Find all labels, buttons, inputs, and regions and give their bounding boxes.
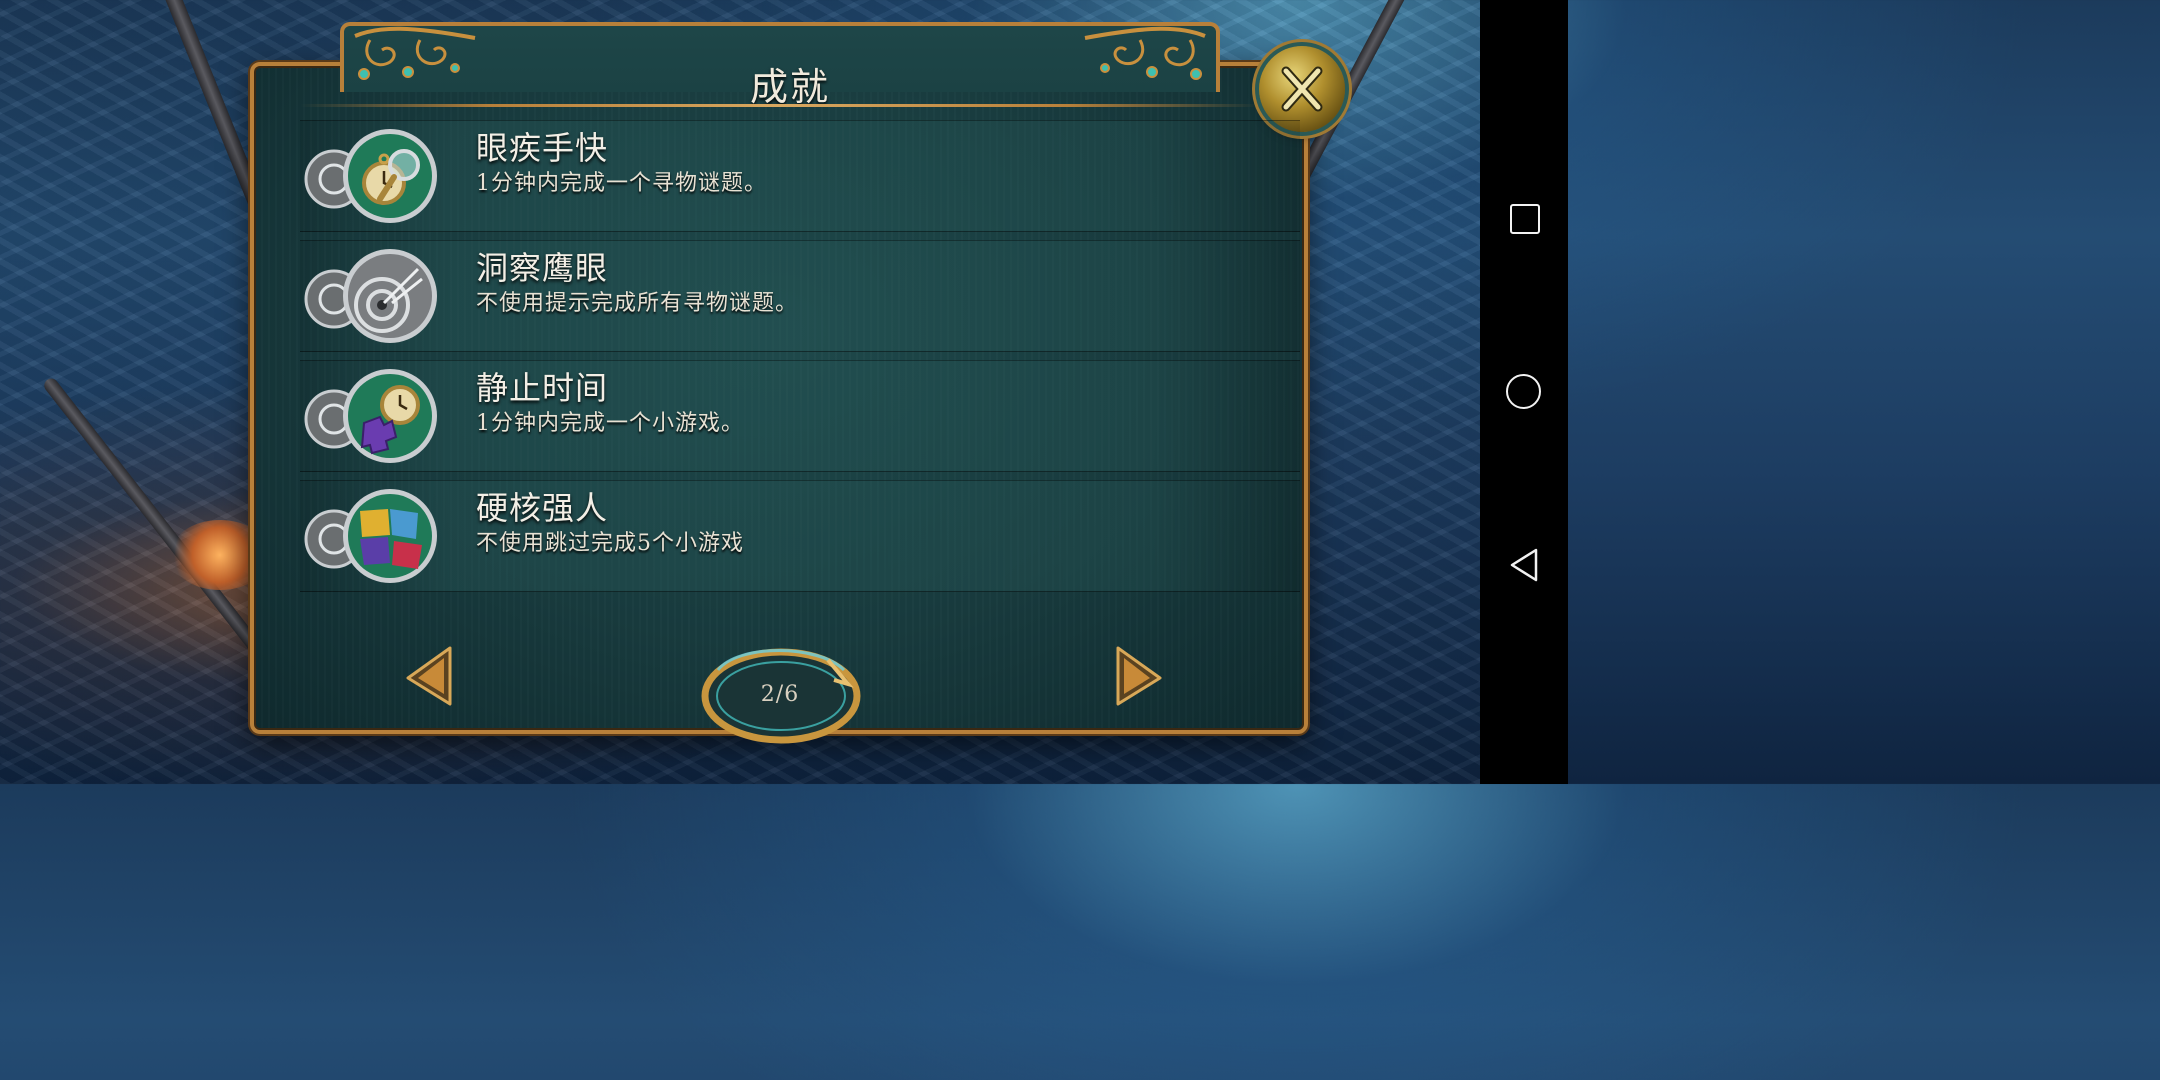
pocket-watch-magnifier-icon [304, 129, 437, 223]
back-button[interactable] [1506, 547, 1542, 583]
achievement-row: 洞察鹰眼 不使用提示完成所有寻物谜题。 [300, 240, 1300, 352]
achievement-title: 静止时间 [476, 369, 609, 407]
achievement-description: 不使用提示完成所有寻物谜题。 [476, 291, 799, 316]
close-icon [1281, 66, 1323, 112]
puzzle-pieces-icon [304, 489, 437, 583]
achievement-row: 静止时间 1分钟内完成一个小游戏。 [300, 360, 1300, 472]
pocket-watch-puzzle-icon [304, 369, 437, 463]
home-button[interactable] [1506, 374, 1542, 410]
title-divider [300, 104, 1260, 107]
dialog-title: 成就 [749, 65, 830, 109]
page-indicator: 2/6 [760, 682, 800, 707]
achievement-title: 硬核强人 [476, 489, 609, 527]
achievement-description: 1分钟内完成一个寻物谜题。 [476, 171, 767, 196]
ornament-icon [1084, 26, 1206, 80]
achievement-title: 眼疾手快 [476, 129, 609, 167]
ornament-icon [354, 26, 476, 80]
achievement-title: 洞察鹰眼 [476, 249, 609, 287]
achievement-description: 1分钟内完成一个小游戏。 [476, 411, 744, 436]
achievement-row: 眼疾手快 1分钟内完成一个寻物谜题。 [300, 120, 1300, 232]
achievement-row: 硬核强人 不使用跳过完成5个小游戏 [300, 480, 1300, 592]
prev-page-button[interactable] [402, 644, 456, 708]
next-page-button[interactable] [1112, 644, 1166, 708]
recent-apps-button[interactable] [1506, 200, 1542, 236]
achievement-description: 不使用跳过完成5个小游戏 [476, 531, 744, 556]
system-nav-bar [1480, 0, 1568, 784]
eye-target-icon [304, 249, 437, 343]
